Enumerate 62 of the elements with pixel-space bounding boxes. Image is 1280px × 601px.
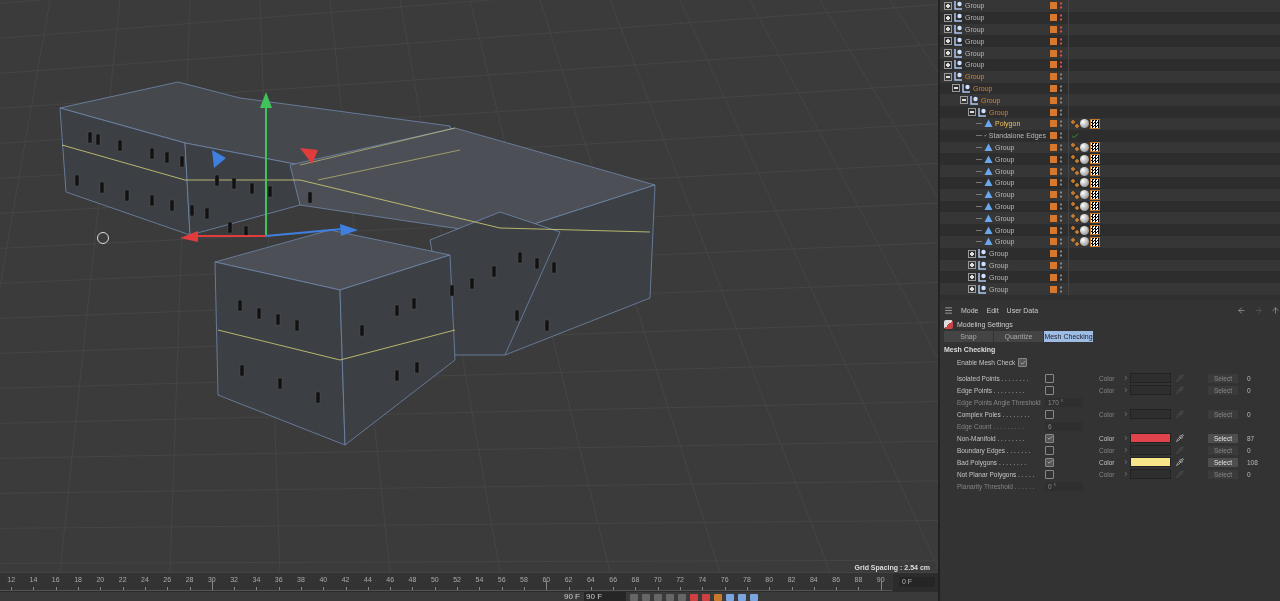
null-object-icon (970, 95, 979, 105)
null-object-icon (962, 83, 971, 93)
null-object-icon (978, 249, 987, 259)
material-tag-icon[interactable] (1080, 119, 1089, 129)
checker-tag-icon[interactable] (1090, 213, 1100, 224)
expand-toggle-icon[interactable] (944, 37, 952, 46)
checker-tag-icon[interactable] (1090, 236, 1100, 247)
settings-cube-icon (944, 319, 953, 329)
expand-toggle-icon[interactable] (952, 84, 960, 93)
expand-toggle-icon[interactable] (968, 108, 976, 117)
expand-toggle-icon[interactable] (944, 1, 952, 10)
check-icon[interactable] (1071, 131, 1079, 140)
chevron-icon[interactable] (1123, 411, 1129, 417)
checkbox[interactable] (1045, 385, 1054, 395)
null-object-icon (954, 36, 963, 46)
checker-tag-icon[interactable] (1090, 201, 1100, 212)
null-object-icon (978, 272, 987, 282)
expand-toggle-icon[interactable] (944, 49, 952, 58)
checkbox[interactable] (1045, 469, 1054, 479)
expand-toggle-icon[interactable] (968, 273, 976, 282)
checker-tag-icon[interactable] (1090, 154, 1100, 165)
null-object-icon (954, 72, 963, 82)
menu-icon[interactable] (944, 305, 953, 315)
checkbox[interactable] (1045, 409, 1054, 419)
end-frame-field[interactable]: 90 F (584, 592, 626, 601)
checkbox[interactable] (1018, 358, 1028, 367)
checkbox[interactable] (1045, 433, 1054, 443)
null-object-icon (978, 107, 987, 117)
expand-toggle-icon[interactable] (944, 25, 952, 34)
move-gizmo-drawing[interactable] (180, 92, 358, 242)
checker-tag-icon[interactable] (1090, 225, 1100, 236)
checker-tag-icon[interactable] (1090, 166, 1100, 177)
null-object-icon (978, 260, 987, 270)
null-object-icon (954, 1, 963, 11)
color-swatch[interactable] (1130, 433, 1171, 443)
eyedropper-icon[interactable] (1176, 434, 1184, 442)
checker-tag-icon[interactable] (1090, 118, 1100, 129)
expand-toggle-icon[interactable] (944, 13, 952, 22)
expand-toggle-icon[interactable] (960, 96, 968, 105)
up-arrow-icon[interactable] (1271, 305, 1280, 315)
null-object-icon (978, 284, 987, 294)
null-object-icon (954, 60, 963, 70)
color-swatch[interactable] (1130, 457, 1171, 467)
back-arrow-icon[interactable] (1237, 305, 1246, 315)
expand-toggle-icon[interactable] (968, 261, 976, 270)
null-object-icon (954, 48, 963, 58)
eyedropper-icon[interactable] (1176, 458, 1184, 466)
null-object-icon (954, 13, 963, 23)
checkbox[interactable] (1045, 373, 1054, 383)
end-frame-label: 90 F (564, 592, 580, 601)
checkbox[interactable] (1045, 457, 1054, 467)
checker-tag-icon[interactable] (1090, 177, 1100, 188)
checker-tag-icon[interactable] (1090, 189, 1100, 200)
checkbox[interactable] (1045, 445, 1054, 455)
expand-toggle-icon[interactable] (968, 285, 976, 293)
polygon-object-icon (984, 119, 993, 129)
expand-toggle-icon[interactable] (968, 249, 976, 258)
phong-tag-icon[interactable] (1071, 119, 1079, 128)
expand-toggle-icon[interactable] (944, 60, 952, 69)
null-object-icon (954, 25, 963, 34)
checker-tag-icon[interactable] (1090, 142, 1100, 153)
expand-toggle-icon[interactable] (944, 72, 952, 81)
